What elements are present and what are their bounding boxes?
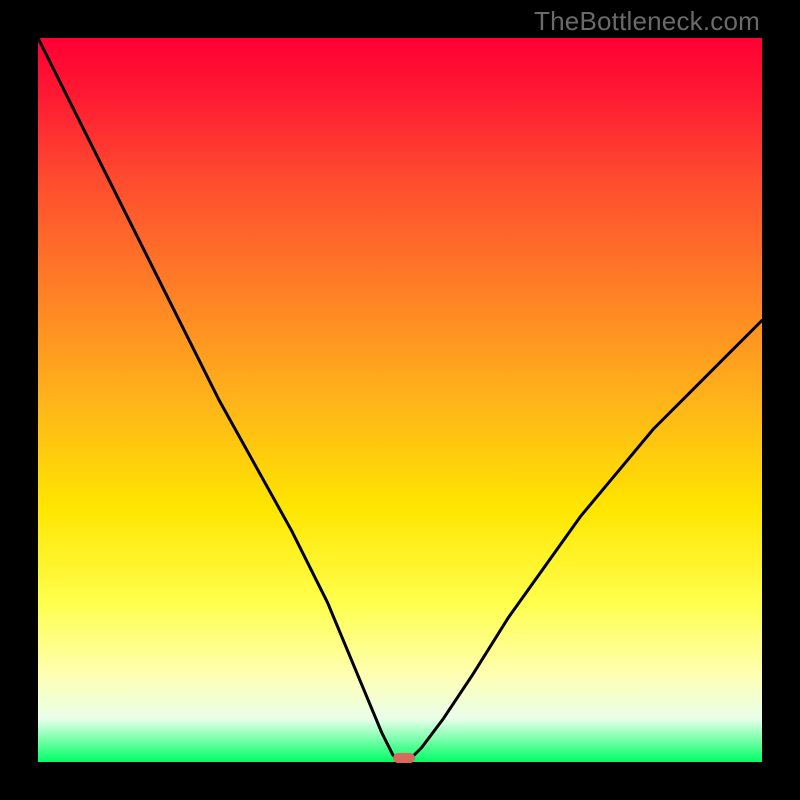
bottleneck-curve [38,38,762,762]
plot-area [38,38,762,762]
watermark: TheBottleneck.com [534,6,760,37]
curve-path [38,38,762,762]
chart-frame: TheBottleneck.com [0,0,800,800]
optimal-marker [393,753,415,763]
